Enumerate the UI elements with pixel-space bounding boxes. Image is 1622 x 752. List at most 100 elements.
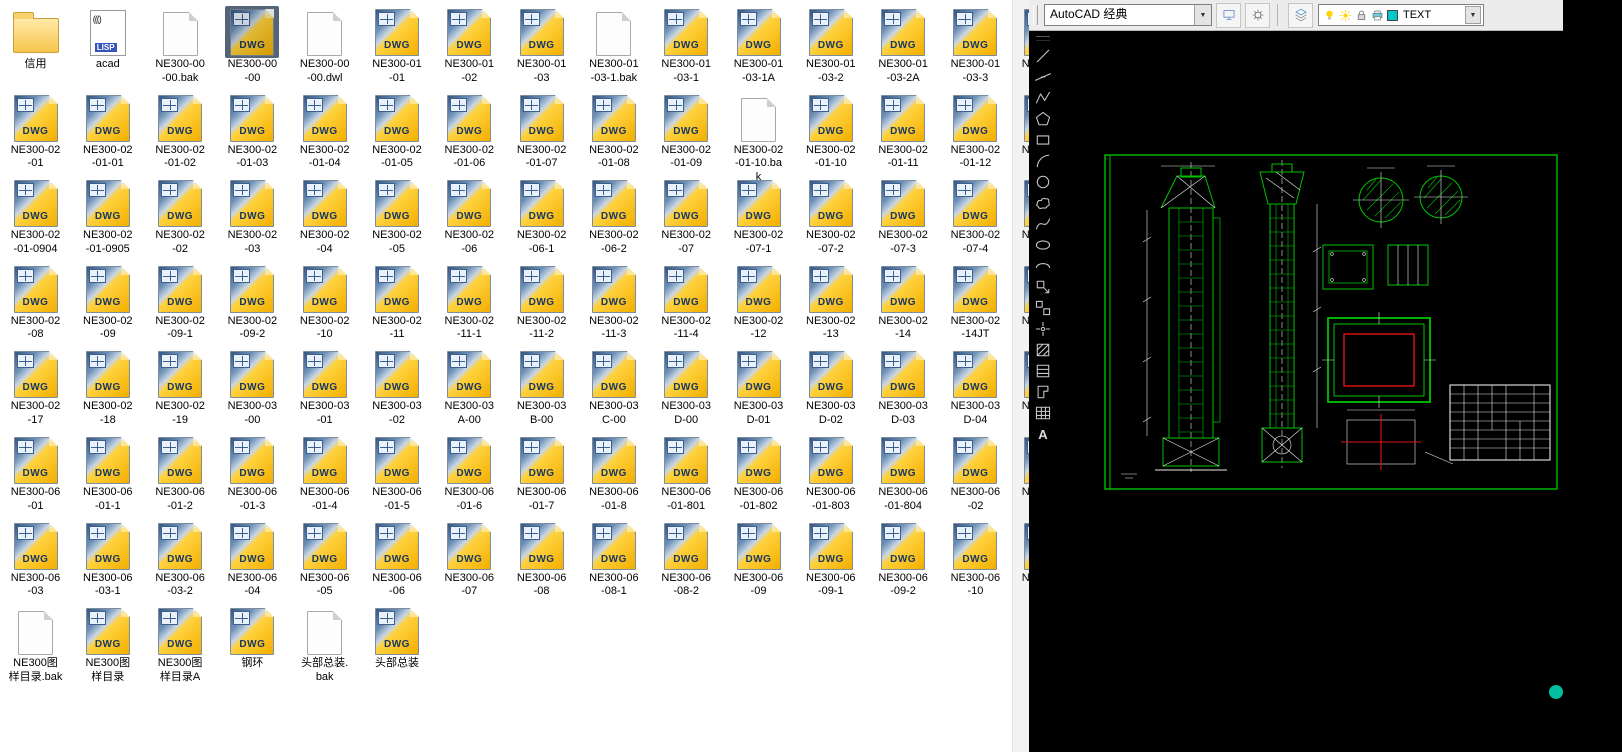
file-item[interactable]: DWG NE300-02 -11-3 [578,263,650,342]
file-item[interactable]: DWG NE300-06 -01-4 [289,434,361,513]
file-item[interactable]: DWG NE300-03 -02 [361,348,433,427]
file-item[interactable]: ((() LISP acad [72,6,144,72]
file-item[interactable]: DWG NE300-02 -11-1 [433,263,505,342]
arc-tool-button[interactable] [1032,151,1054,171]
file-item[interactable]: DWG NE300-02 -01-11 [867,92,939,171]
file-item[interactable]: DWG NE300-03 C-00 [578,348,650,427]
file-item[interactable]: DWG NE300-03 -01 [289,348,361,427]
workspace-combobox[interactable]: AutoCAD 经典 ▼ [1044,4,1212,26]
make-block-tool-button[interactable] [1032,298,1054,318]
file-item[interactable]: DWG NE300-02 -06-2 [578,177,650,256]
file-item[interactable]: DWG NE300-06 -07 [433,520,505,599]
gradient-tool-button[interactable] [1032,361,1054,381]
file-item[interactable]: DWG NE300-06 -10 [939,520,1011,599]
file-item[interactable]: DWG NE300-02 -01-12 [939,92,1011,171]
file-item[interactable]: DWG NE300-03 D-03 [867,348,939,427]
workspace-settings-button[interactable] [1216,2,1241,28]
file-item[interactable]: DWG NE300-06 -01 [0,434,72,513]
file-item[interactable]: DWGN [1012,6,1029,72]
file-item[interactable]: DWGN [1012,348,1029,414]
revision-cloud-tool-button[interactable] [1032,193,1054,213]
file-item[interactable]: DWG NE300-02 -03 [216,177,288,256]
folder-item[interactable]: 信用 [0,6,72,72]
file-item[interactable]: DWG NE300-06 -01-803 [795,434,867,513]
file-item[interactable]: DWG NE300-02 -01-06 [433,92,505,171]
file-item[interactable]: DWG NE300-06 -09-2 [867,520,939,599]
save-workspace-button[interactable] [1245,2,1270,28]
file-item[interactable]: DWG NE300-02 -10 [289,263,361,342]
file-item[interactable]: DWG NE300-02 -06-1 [506,177,578,256]
file-item[interactable]: DWG NE300-02 -07-1 [723,177,795,256]
file-item[interactable]: DWG NE300-02 -01-03 [216,92,288,171]
file-item[interactable]: DWG NE300-02 -13 [795,263,867,342]
polygon-tool-button[interactable] [1032,109,1054,129]
file-item[interactable]: DWG NE300-02 -07-4 [939,177,1011,256]
file-item[interactable]: DWG NE300-02 -18 [72,348,144,427]
file-item[interactable]: DWG NE300-02 -01-07 [506,92,578,171]
file-item[interactable]: DWG NE300-06 -01-3 [216,434,288,513]
file-item[interactable]: DWG NE300图 样目录A [144,605,216,684]
file-item[interactable]: DWG NE300-00 -00 [216,6,288,85]
table-tool-button[interactable] [1032,403,1054,423]
file-item[interactable]: DWG NE300-02 -02 [144,177,216,256]
file-item[interactable]: NE300-01 -03-1.bak [578,6,650,85]
insert-block-tool-button[interactable] [1032,277,1054,297]
file-item[interactable]: DWG NE300-01 -03-2A [867,6,939,85]
file-item[interactable]: DWG NE300-06 -09 [723,520,795,599]
file-item[interactable]: DWG NE300-06 -08-2 [650,520,722,599]
file-item[interactable]: NE300-02 -01-10.ba k [723,92,795,185]
file-item[interactable]: DWG NE300-03 D-00 [650,348,722,427]
file-item[interactable]: DWG NE300-02 -01-02 [144,92,216,171]
file-item[interactable]: DWG NE300-01 -02 [433,6,505,85]
file-item[interactable]: DWG NE300-02 -14JT [939,263,1011,342]
file-item[interactable]: DWG NE300-02 -01-09 [650,92,722,171]
file-item[interactable]: DWGN [1012,520,1029,586]
file-item[interactable]: DWG NE300-02 -04 [289,177,361,256]
file-item[interactable]: DWG NE300-02 -07-2 [795,177,867,256]
file-item[interactable]: DWG 头部总装 [361,605,433,671]
region-tool-button[interactable] [1032,382,1054,402]
file-item[interactable]: DWG 钢环 [216,605,288,671]
file-item[interactable]: DWG NE300-02 -08 [0,263,72,342]
file-item[interactable]: DWG NE300-02 -07 [650,177,722,256]
file-item[interactable]: DWG NE300-06 -08 [506,520,578,599]
file-item[interactable]: DWG NE300-06 -04 [216,520,288,599]
toolbar-grip[interactable] [1036,36,1050,41]
file-item[interactable]: DWG NE300-02 -06 [433,177,505,256]
file-item[interactable]: DWG NE300-06 -01-2 [144,434,216,513]
mtext-tool-button[interactable]: A [1032,424,1054,444]
file-item[interactable]: DWG NE300-06 -01-5 [361,434,433,513]
file-item[interactable]: DWG NE300-02 -09-2 [216,263,288,342]
file-item[interactable]: DWG NE300-06 -01-802 [723,434,795,513]
line-tool-button[interactable] [1032,46,1054,66]
file-item[interactable]: DWG NE300-06 -08-1 [578,520,650,599]
file-item[interactable]: DWG NE300-02 -14 [867,263,939,342]
hatch-tool-button[interactable] [1032,340,1054,360]
file-item[interactable]: DWG NE300-06 -09-1 [795,520,867,599]
file-item[interactable]: DWG NE300-02 -11 [361,263,433,342]
file-item[interactable]: DWG NE300-02 -09-1 [144,263,216,342]
file-item[interactable]: 头部总装. bak [289,605,361,684]
file-item[interactable]: DWG NE300-06 -01-1 [72,434,144,513]
file-item[interactable]: DWG NE300-01 -03 [506,6,578,85]
file-item[interactable]: DWG NE300-02 -01-04 [289,92,361,171]
file-item[interactable]: DWG NE300-03 B-00 [506,348,578,427]
rectangle-tool-button[interactable] [1032,130,1054,150]
file-item[interactable]: DWG NE300-02 -12 [723,263,795,342]
ellipse-tool-button[interactable] [1032,235,1054,255]
file-item[interactable]: DWG NE300-02 -01-0905 [72,177,144,256]
point-tool-button[interactable] [1032,319,1054,339]
file-item[interactable]: NE300-00 -00.dwl [289,6,361,85]
file-item[interactable]: DWG NE300-06 -03-2 [144,520,216,599]
file-item[interactable]: DWG NE300-02 -01-08 [578,92,650,171]
file-item[interactable]: DWG NE300-03 D-02 [795,348,867,427]
file-item[interactable]: DWG NE300-02 -07-3 [867,177,939,256]
polyline-tool-button[interactable] [1032,88,1054,108]
file-item[interactable]: DWG NE300-02 -19 [144,348,216,427]
file-item[interactable]: DWG NE300-02 -09 [72,263,144,342]
file-item[interactable]: DWG NE300图 样目录 [72,605,144,684]
file-item[interactable]: DWG NE300-02 -01-05 [361,92,433,171]
construction-line-tool-button[interactable] [1032,67,1054,87]
file-item[interactable]: DWG NE300-01 -01 [361,6,433,85]
file-item[interactable]: DWG NE300-02 -05 [361,177,433,256]
